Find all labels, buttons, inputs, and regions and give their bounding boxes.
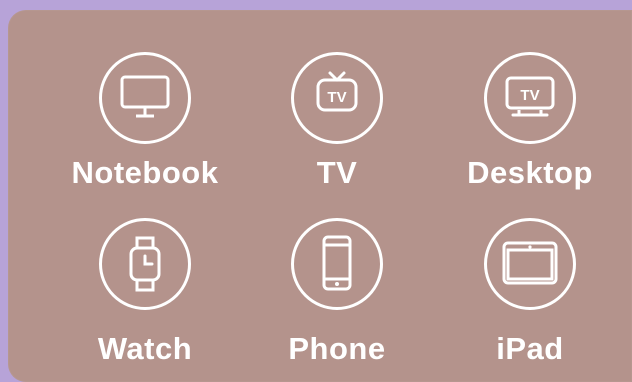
tablet-icon [484, 218, 576, 310]
monitor-icon [99, 52, 191, 144]
device-watch[interactable]: Watch [55, 218, 235, 382]
device-grid-panel: Notebook TV TV TV Desktop Watch Phone iP… [8, 10, 632, 382]
device-desktop[interactable]: TV Desktop [440, 52, 620, 222]
device-label: Desktop [467, 155, 593, 190]
phone-icon [291, 218, 383, 310]
desktop-tv-icon: TV [484, 52, 576, 144]
device-label: TV [316, 155, 358, 190]
device-label: iPad [496, 331, 564, 366]
device-ipad[interactable]: iPad [440, 218, 620, 382]
device-notebook[interactable]: Notebook [55, 52, 235, 222]
device-label: Watch [97, 331, 193, 366]
device-tv[interactable]: TV TV [247, 52, 427, 222]
watch-icon [99, 218, 191, 310]
desktop-icon-text: TV [520, 87, 539, 104]
device-phone[interactable]: Phone [247, 218, 427, 382]
tv-icon: TV [291, 52, 383, 144]
tv-icon-text: TV [327, 89, 346, 106]
device-label: Phone [288, 331, 386, 366]
device-label: Notebook [71, 155, 219, 190]
